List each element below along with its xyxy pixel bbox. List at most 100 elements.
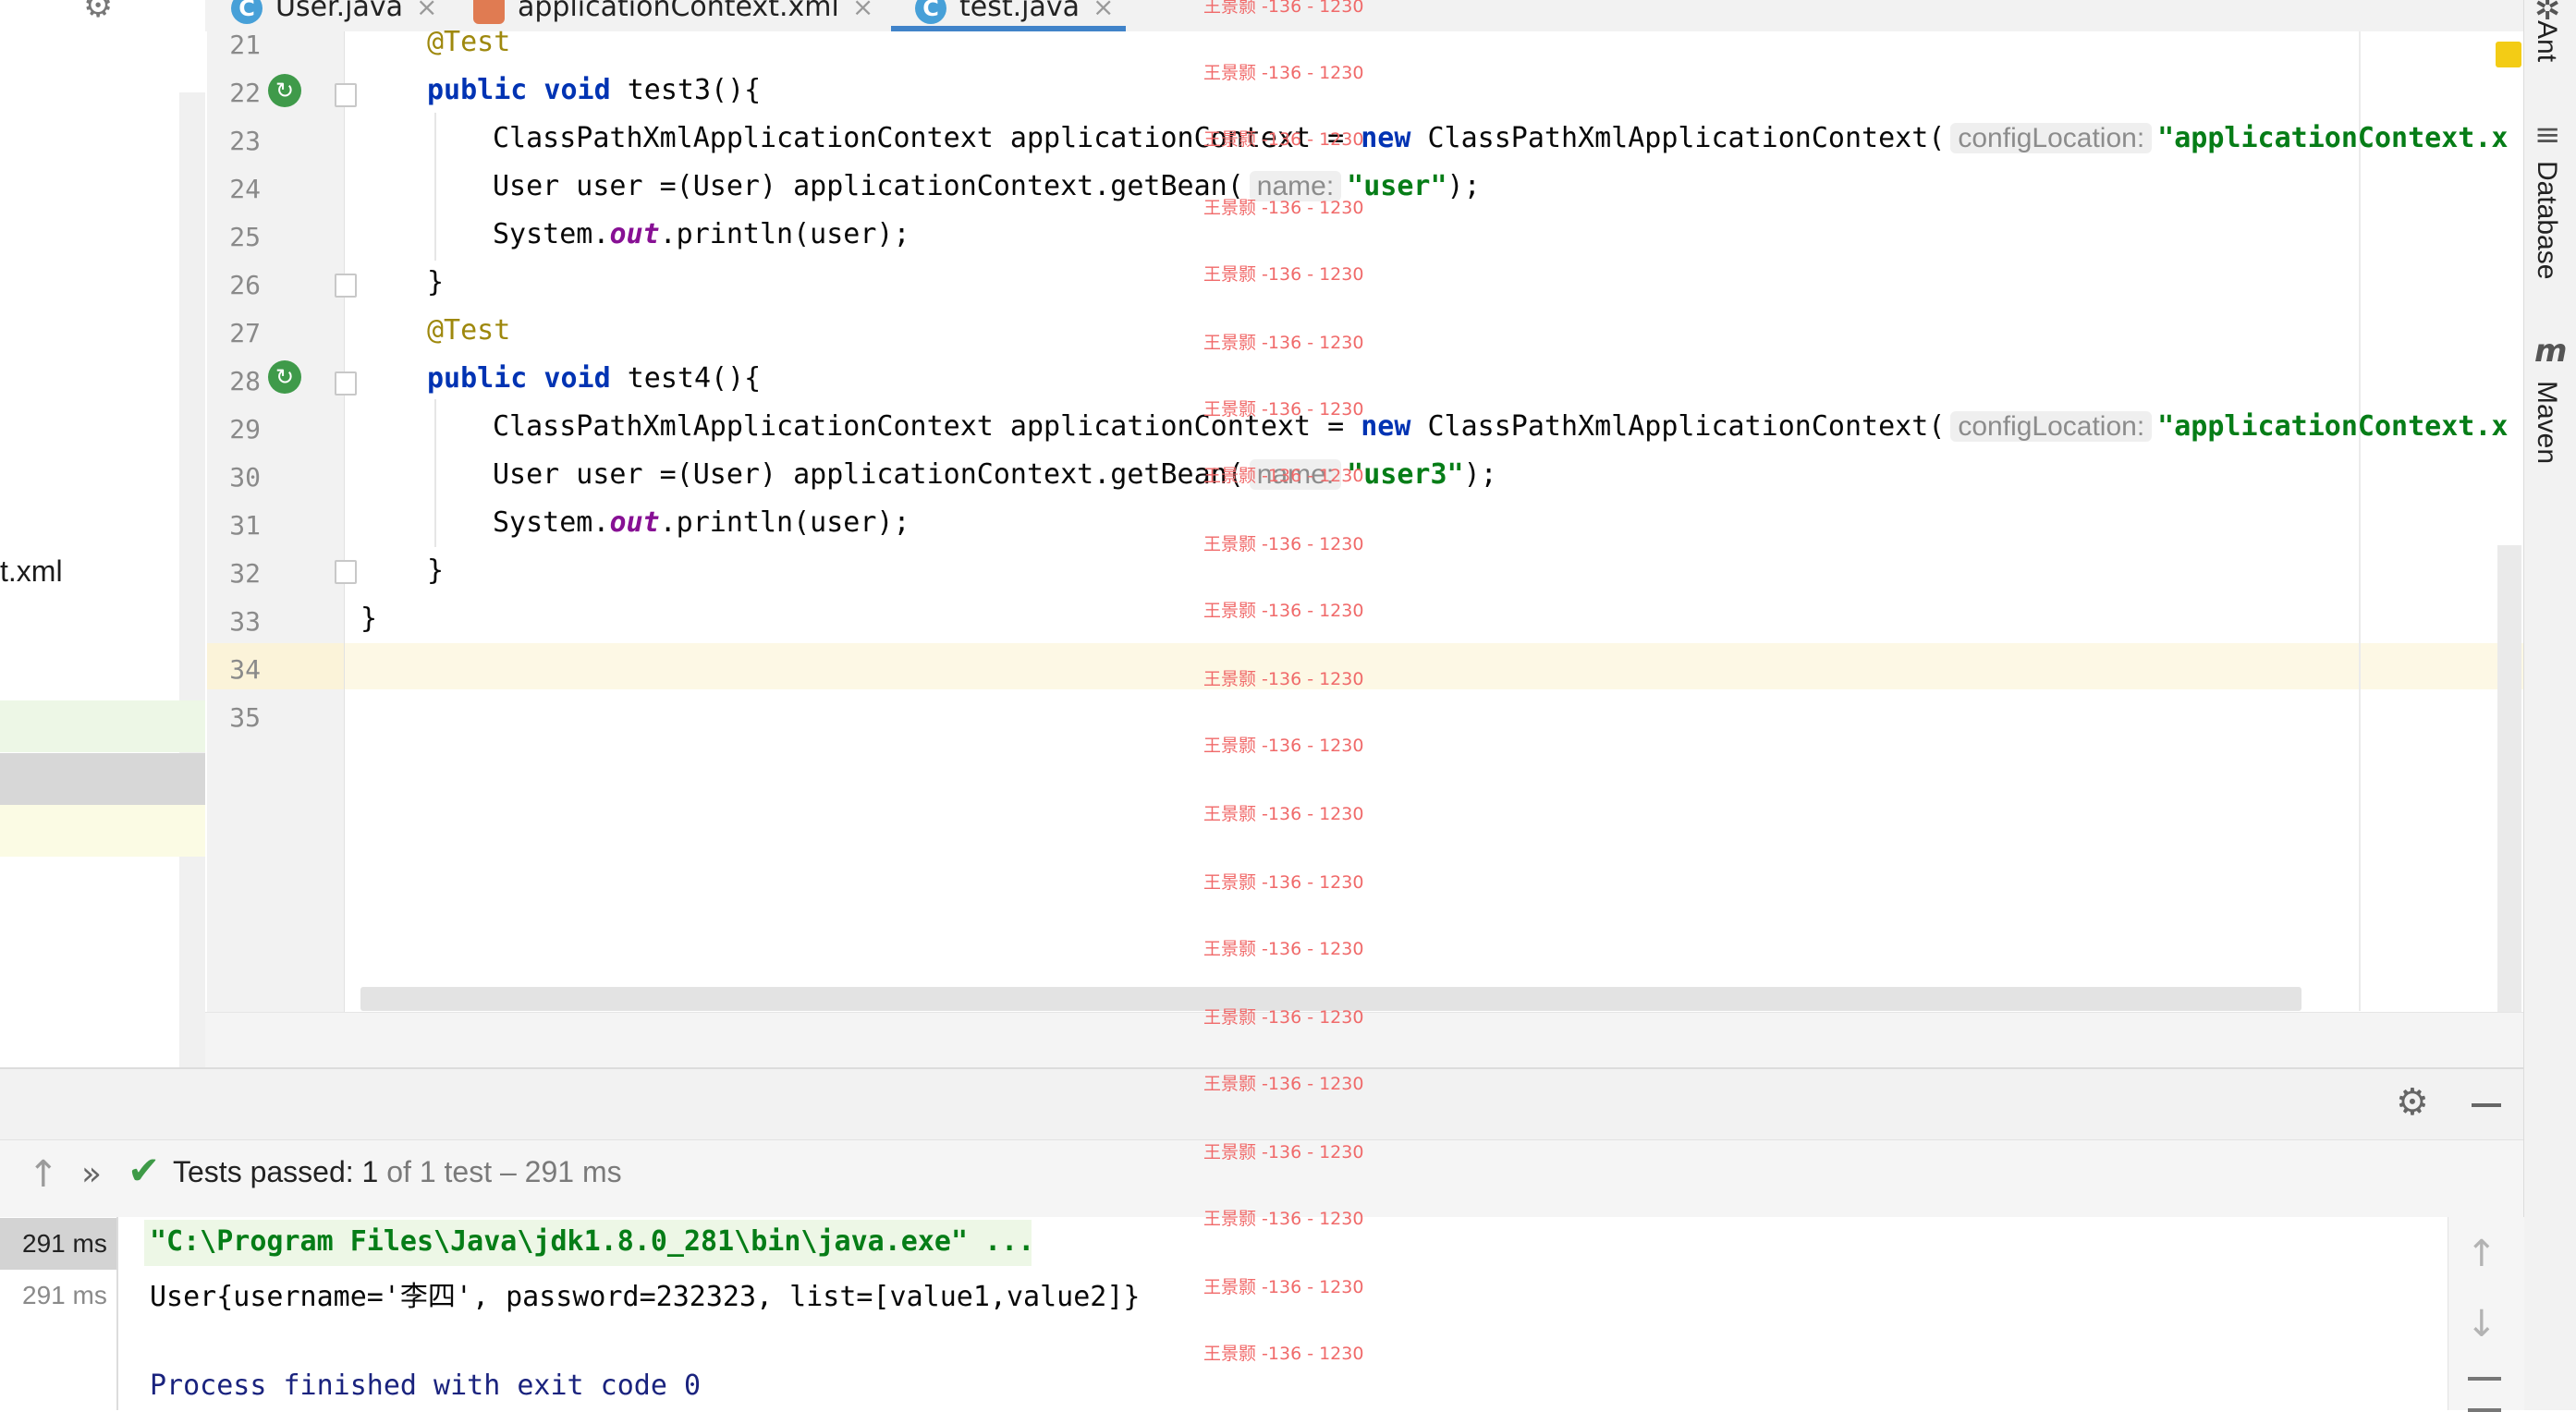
project-scrollbar[interactable] (179, 92, 205, 1067)
watermark: 王景颢 -136 - 1230 (1203, 939, 1364, 959)
line-number: 29 (229, 414, 261, 444)
tab-ant[interactable]: Ant (2531, 20, 2562, 62)
code-line[interactable]: public void test3(){ (427, 74, 761, 106)
watermark: 王景颢 -136 - 1230 (1203, 264, 1364, 285)
tests-status-main: Tests passed: 1 (173, 1155, 379, 1188)
watermark: 王景颢 -136 - 1230 (1203, 534, 1364, 554)
code-line[interactable]: @Test (427, 314, 510, 347)
watermark: 王景颢 -136 - 1230 (1203, 1142, 1364, 1162)
watermark: 王景颢 -136 - 1230 (1203, 333, 1364, 353)
code-text: .println(user); (659, 506, 910, 539)
project-row-selected[interactable] (0, 753, 205, 805)
run-test-icon[interactable]: ↻ (268, 74, 301, 107)
code-line[interactable]: System.out.println(user); (493, 506, 910, 539)
tab-user-java[interactable]: C User.java × (231, 0, 438, 31)
code-text: ); (1463, 458, 1497, 491)
code-text: test4(){ (610, 362, 762, 395)
code-line[interactable]: System.out.println(user); (493, 218, 910, 250)
xml-file-icon (473, 0, 505, 24)
gear-icon[interactable]: ⚙ (2396, 1081, 2429, 1124)
editor-bottom-strip (205, 1012, 2523, 1068)
indent-guide (434, 399, 436, 547)
tab-maven[interactable]: Maven (2531, 381, 2562, 464)
watermark: 王景颢 -136 - 1230 (1203, 601, 1364, 621)
project-panel (0, 0, 205, 1067)
watermark: 王景颢 -136 - 1230 (1203, 198, 1364, 218)
keyword: public void (427, 362, 611, 395)
code-line[interactable]: @Test (427, 26, 510, 58)
indent-guide (434, 113, 436, 261)
code-line[interactable]: ClassPathXmlApplicationContext applicati… (493, 410, 2508, 443)
keyword: new (1361, 410, 1411, 443)
watermark: 王景颢 -136 - 1230 (1203, 1344, 1364, 1364)
warning-marker[interactable] (2496, 42, 2521, 67)
code-line[interactable]: } (427, 554, 444, 587)
project-file-item[interactable]: t.xml (0, 554, 63, 589)
fold-icon[interactable] (335, 274, 357, 298)
fold-icon[interactable] (335, 560, 357, 584)
code-line[interactable]: ClassPathXmlApplicationContext applicati… (493, 122, 2508, 154)
fold-icon[interactable] (335, 371, 357, 396)
watermark: 王景颢 -136 - 1230 (1203, 1277, 1364, 1297)
test-duration[interactable]: 291 ms (22, 1229, 107, 1259)
minimize-icon[interactable] (2472, 1103, 2501, 1107)
console-exit-line: Process finished with exit code 0 (150, 1369, 702, 1402)
line-number: 25 (229, 222, 261, 252)
parameter-hint: configLocation: (1950, 411, 2153, 442)
parameter-hint: configLocation: (1950, 123, 2153, 153)
tab-application-context-xml[interactable]: applicationContext.xml × (473, 0, 873, 31)
code-text: } (427, 554, 445, 587)
close-icon[interactable]: × (1093, 0, 1114, 22)
code-text: ClassPathXmlApplicationContext( (1410, 122, 1946, 154)
watermark: 王景颢 -136 - 1230 (1203, 736, 1364, 756)
line-number: 22 (229, 78, 261, 108)
line-number: 23 (229, 126, 261, 156)
maven-icon: m (2534, 333, 2568, 370)
console-output-line: User{username='李四', password=232323, lis… (150, 1281, 1141, 1313)
database-icon: ≡ (2534, 116, 2561, 153)
watermark: 王景颢 -136 - 1230 (1203, 1209, 1364, 1229)
annotation: @Test (427, 26, 511, 58)
fold-icon[interactable] (335, 83, 357, 107)
tab-label: applicationContext.xml (518, 0, 839, 23)
vertical-scrollbar[interactable] (2497, 545, 2521, 1012)
arrow-up-icon[interactable]: ↑ (2466, 1233, 2497, 1275)
current-line-highlight (344, 643, 2523, 689)
right-margin-guide (2359, 31, 2361, 1011)
line-number: 26 (229, 270, 261, 300)
code-line[interactable]: } (427, 266, 444, 298)
gear-icon[interactable]: ⚙ (83, 0, 113, 25)
close-icon[interactable]: × (416, 0, 437, 22)
string-literal: "user3" (1347, 458, 1464, 491)
code-line[interactable]: } (360, 603, 377, 635)
run-test-icon[interactable]: ↻ (268, 360, 301, 394)
code-text: System. (493, 506, 610, 539)
watermark: 王景颢 -136 - 1230 (1203, 669, 1364, 689)
watermark: 王景颢 -136 - 1230 (1203, 0, 1364, 17)
line-number: 34 (229, 654, 261, 685)
line-number: 30 (229, 462, 261, 493)
code-text: } (360, 603, 378, 635)
test-duration[interactable]: 291 ms (22, 1281, 107, 1310)
tab-label: User.java (275, 0, 404, 23)
watermark: 王景颢 -136 - 1230 (1203, 399, 1364, 420)
arrow-down-icon[interactable]: ↓ (2466, 1303, 2497, 1345)
tab-database[interactable]: Database (2531, 161, 2562, 279)
check-icon: ✔ (128, 1148, 161, 1193)
code-line[interactable]: public void test4(){ (427, 362, 761, 395)
tests-status: Tests passed: 1 of 1 test – 291 ms (173, 1155, 622, 1189)
code-text: User user =(User) applicationContext.get… (493, 458, 1244, 491)
watermark: 王景颢 -136 - 1230 (1203, 1074, 1364, 1094)
console-command-line: "C:\Program Files\Java\jdk1.8.0_281\bin\… (150, 1225, 1035, 1258)
soft-wrap-icon[interactable] (2468, 1377, 2501, 1412)
string-literal: "applicationContext.x (2157, 410, 2509, 443)
line-number: 32 (229, 558, 261, 589)
arrow-up-icon[interactable]: ↑ (28, 1153, 59, 1196)
code-text: .println(user); (659, 218, 910, 250)
close-icon[interactable]: × (852, 0, 873, 22)
static-field: out (609, 506, 660, 539)
watermark: 王景颢 -136 - 1230 (1203, 63, 1364, 83)
line-number: 24 (229, 174, 261, 204)
chevron-right-double-icon[interactable]: » (81, 1155, 102, 1193)
code-text: ClassPathXmlApplicationContext( (1410, 410, 1946, 443)
